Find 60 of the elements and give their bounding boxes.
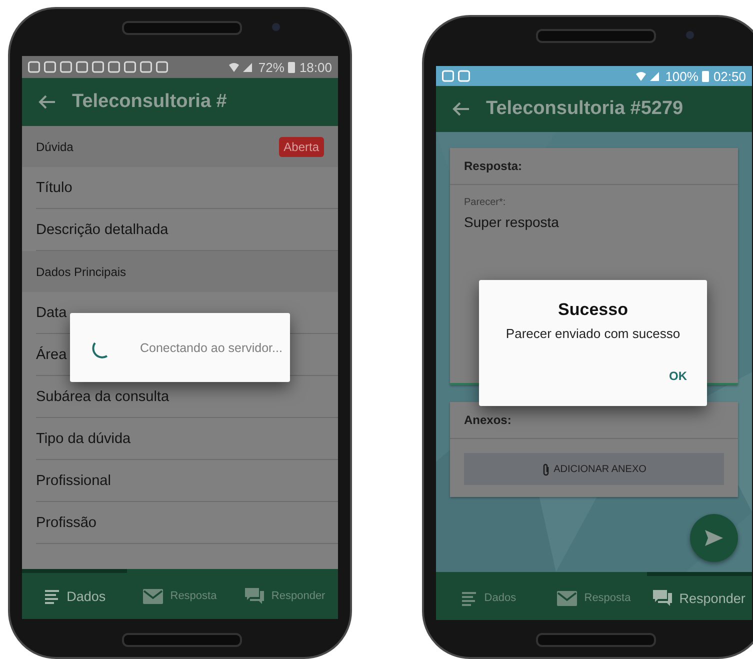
notification-icon (44, 61, 56, 73)
field-label[interactable]: Profissional (36, 472, 111, 488)
battery-level: 72% (258, 60, 284, 74)
notification-icon (442, 70, 454, 82)
screen-title: Teleconsultoria #5279 (486, 98, 684, 120)
envelope-icon (143, 588, 164, 604)
field-label: Parecer*: (464, 197, 507, 208)
chat-icon (653, 590, 672, 606)
send-icon (704, 529, 724, 547)
battery-icon (702, 70, 710, 82)
field-label[interactable]: Descrição detalhada (36, 222, 168, 238)
notification-icon (140, 61, 152, 73)
notification-icon (458, 70, 470, 82)
signal-icon (635, 70, 662, 82)
nav-tab[interactable]: Resposta (541, 572, 647, 620)
signal-icon (228, 61, 254, 73)
ok-button[interactable]: OK (663, 365, 693, 387)
clock-time: 02:50 (713, 68, 746, 84)
field-label[interactable]: Título (36, 180, 72, 196)
notification-icon (124, 61, 136, 73)
back-arrow-icon[interactable] (38, 94, 56, 110)
notification-icon (92, 61, 104, 73)
field-label[interactable]: Profissão (36, 514, 96, 530)
field-label[interactable]: Data (36, 304, 67, 320)
add-attachment-button[interactable]: ADICIONAR ANEXO (464, 453, 724, 485)
nav-tab[interactable]: Resposta (127, 569, 233, 619)
dialog-message: Conectando ao servidor... (140, 340, 282, 354)
envelope-icon (557, 590, 578, 606)
dialog-message: Parecer enviado com sucesso (506, 326, 680, 341)
dialog-title: Sucesso (558, 300, 628, 320)
battery-level: 100% (665, 68, 698, 84)
field-label[interactable]: Área (36, 346, 67, 362)
notification-icon (60, 61, 72, 73)
camera-dot (686, 31, 694, 39)
nav-tab[interactable]: Responder (646, 572, 752, 620)
nav-tab[interactable]: Responder (232, 569, 338, 619)
field-label[interactable]: Subárea da consulta (36, 388, 170, 404)
notification-icon (156, 61, 168, 73)
section-label: Dados Principais (36, 264, 126, 278)
nav-tab[interactable]: Dados (436, 572, 542, 620)
field-label[interactable]: Tipo da dúvida (36, 430, 131, 446)
camera-dot (272, 23, 280, 31)
screen-title: Teleconsultoria # (72, 91, 227, 113)
field-value: Super resposta (464, 214, 560, 230)
battery-icon (288, 61, 296, 73)
status-badge: Aberta (278, 136, 324, 156)
card-title: Anexos: (464, 413, 512, 427)
back-arrow-icon[interactable] (452, 101, 470, 117)
paperclip-icon (542, 462, 550, 476)
section-label: Dúvida (36, 140, 74, 154)
nav-tab[interactable]: Dados (22, 569, 128, 619)
notification-icon (76, 61, 88, 73)
lines-icon (44, 588, 60, 604)
clock-time: 18:00 (299, 60, 332, 74)
notification-icon (28, 61, 40, 73)
text-area[interactable]: Parecer*: Super resposta (450, 185, 738, 242)
lines-icon (461, 590, 478, 606)
card-title: Resposta: (464, 159, 522, 173)
chat-icon (245, 588, 264, 604)
notification-icon (108, 61, 120, 73)
